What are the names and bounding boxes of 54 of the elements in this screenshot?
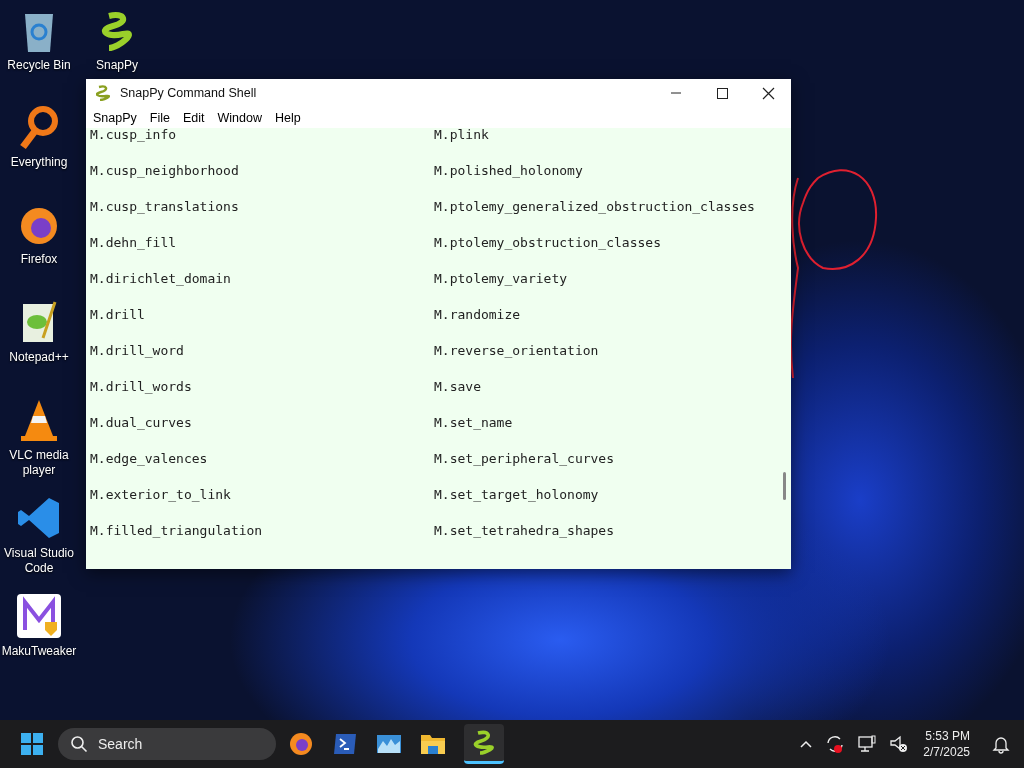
console-text: M.plink	[434, 128, 489, 142]
console-text: M.ptolemy_obstruction_classes	[434, 234, 661, 250]
taskbar-active-app[interactable]	[464, 724, 504, 764]
console-text: M.drill_word	[89, 342, 185, 358]
sync-icon[interactable]	[825, 734, 846, 754]
desktop-icon-label[interactable]: Recycle Bin	[7, 58, 71, 73]
clock-time[interactable]: 5:53 PM	[925, 728, 970, 744]
chevron-up-icon[interactable]	[799, 739, 814, 749]
clock-date[interactable]: 2/7/2025	[923, 744, 970, 760]
console-text: M.set_name	[434, 414, 513, 430]
console-text: M.polished_holonomy	[434, 162, 583, 178]
desktop-icon-label[interactable]: Firefox	[20, 252, 58, 267]
console-text: M.cusp_neighborhood	[89, 162, 240, 178]
console-text: M.exterior_to_link	[89, 486, 232, 502]
console-text: M.edge_valences	[89, 450, 209, 466]
desktop-icon-label[interactable]: Everything	[10, 155, 68, 170]
console-text: M.set_target_holonomy	[434, 486, 599, 502]
console-text: M.filled_triangulation	[89, 522, 264, 538]
menu-item[interactable]: Edit	[182, 110, 212, 125]
console-text: M.dirichlet_domain	[89, 270, 232, 286]
console-text: M.set_peripheral_curves	[434, 450, 614, 466]
window-title: SnapPy Command Shell	[120, 86, 257, 100]
start-icon[interactable]	[20, 732, 44, 756]
desktop-icon-label[interactable]: SnapPy	[96, 58, 138, 73]
desktop-icon-label[interactable]: Visual Studio Code	[0, 546, 78, 576]
console-text: M.ptolemy_variety	[434, 270, 568, 286]
console-text: M.reverse_orientation	[434, 342, 599, 358]
console-text: M.ptolemy_generalized_obstruction_classes	[434, 198, 755, 214]
console-text: M.cusp_translations	[89, 198, 240, 214]
search-icon	[70, 735, 88, 753]
desktop-icon-label[interactable]: MakuTweaker	[1, 644, 77, 659]
search-field[interactable]: Search	[58, 728, 276, 760]
console-text: M.dual_curves	[89, 414, 193, 430]
console-text: M.save	[434, 378, 481, 394]
snake-icon	[473, 729, 495, 756]
console-text: M.randomize	[434, 306, 521, 322]
network-icon[interactable]	[857, 734, 878, 754]
speaker-muted-icon[interactable]	[889, 734, 910, 754]
menu-item[interactable]: SnapPy	[93, 110, 144, 125]
console-text: M.drill_words	[89, 378, 193, 394]
desktop-icon-label[interactable]: VLC media player	[0, 448, 78, 478]
scrollbar-thumb[interactable]	[783, 472, 786, 500]
bell-icon[interactable]	[992, 734, 1010, 754]
menu-item[interactable]: File	[149, 110, 177, 125]
snake-icon	[96, 85, 110, 101]
browser-icon[interactable]	[288, 731, 314, 757]
console-text: M.drill	[89, 306, 146, 322]
desktop-icon-label[interactable]: Notepad++	[9, 350, 69, 365]
terminal-icon[interactable]	[332, 731, 358, 757]
menu-item[interactable]: Help	[274, 110, 308, 125]
menu-item[interactable]: Window	[217, 110, 269, 125]
console-text: M.dehn_fill	[89, 234, 178, 250]
console-text: M.cusp_info	[89, 128, 178, 142]
console-text: M.set_tetrahedra_shapes	[434, 522, 614, 538]
